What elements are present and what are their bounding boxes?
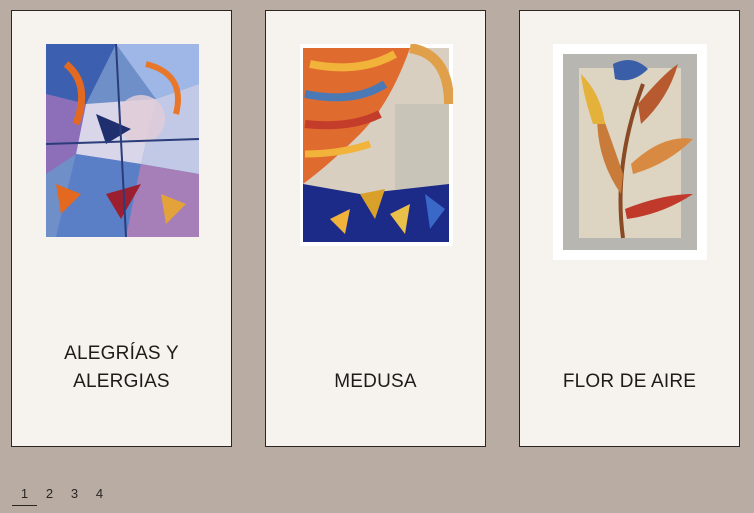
pagination: 1 2 3 4 (12, 482, 112, 506)
artwork-card-medusa[interactable]: MEDUSA (265, 10, 486, 447)
artwork-image-flor-de-aire[interactable] (553, 44, 707, 260)
artwork-image-medusa[interactable] (300, 44, 453, 246)
artwork-image-alegrias[interactable] (46, 44, 199, 237)
artwork-card-alegrias[interactable]: ALEGRÍAS Y ALERGIAS (11, 10, 232, 447)
artwork-title[interactable]: FLOR DE AIRE (520, 336, 739, 396)
page-link-4[interactable]: 4 (87, 482, 112, 504)
page-link-2[interactable]: 2 (37, 482, 62, 504)
page-link-1[interactable]: 1 (12, 482, 37, 506)
page-link-3[interactable]: 3 (62, 482, 87, 504)
artwork-title[interactable]: ALEGRÍAS Y ALERGIAS (12, 336, 231, 396)
artwork-title[interactable]: MEDUSA (266, 336, 485, 396)
artwork-card-flor-de-aire[interactable]: FLOR DE AIRE (519, 10, 740, 447)
